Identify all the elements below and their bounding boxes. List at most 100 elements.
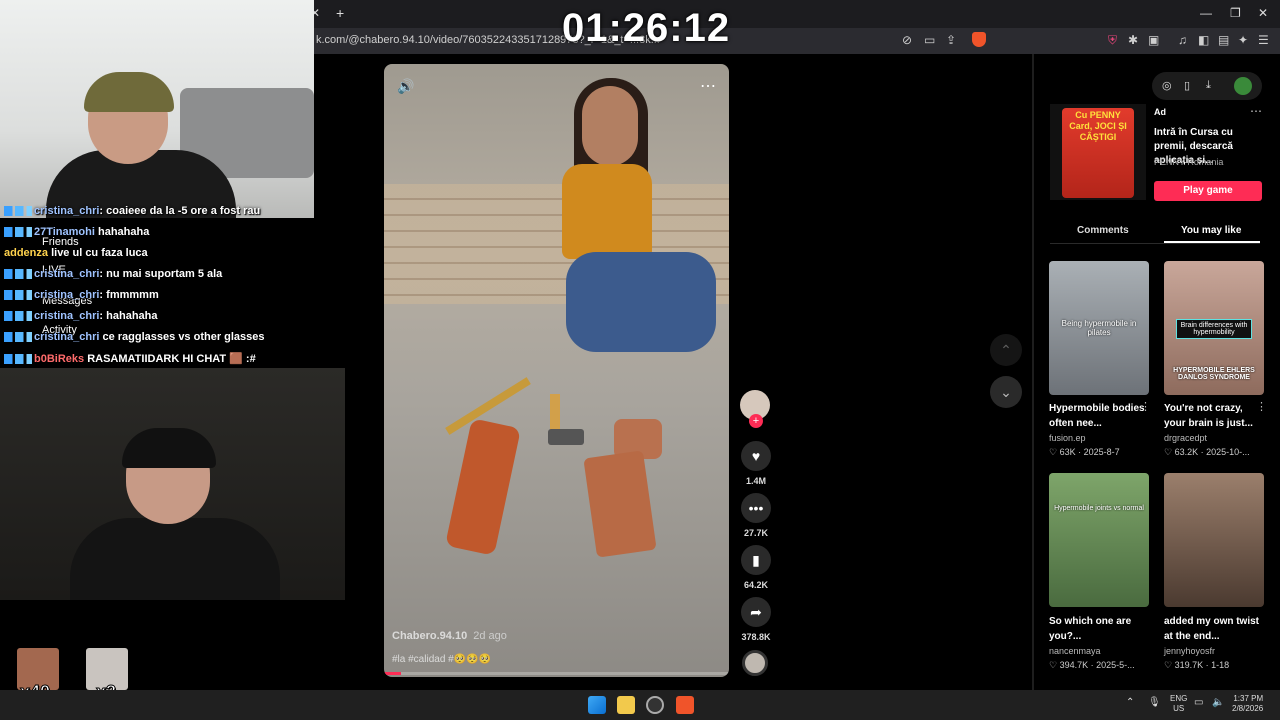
video-thumbnail[interactable]: Brain differences with hypermobility HYP… <box>1164 261 1264 395</box>
download-icon[interactable]: ⤓ <box>1206 79 1211 92</box>
heart-icon[interactable]: ♥ <box>741 441 771 471</box>
cast-icon[interactable]: ▭ <box>924 33 935 47</box>
streamer2-body <box>70 518 280 600</box>
chat-message: cristina_chri: fmmmmm <box>4 289 159 301</box>
obs-icon[interactable] <box>646 696 664 714</box>
card-stats: ♡ 63.2K · 2025-10-... <box>1164 447 1250 457</box>
new-tab-button[interactable]: + <box>336 5 344 21</box>
comment-count: 27.7K <box>743 528 769 538</box>
speaker-icon[interactable]: 🔈 <box>1212 697 1224 708</box>
card-stats: ♡ 319.7K · 1-18 <box>1164 660 1230 670</box>
thumbnail-text: Being hypermobile in pilates <box>1061 319 1137 337</box>
wallet-icon[interactable]: ▣ <box>1148 33 1159 47</box>
chevron-up-icon[interactable]: ⌃ <box>990 334 1022 366</box>
no-tracking-icon[interactable]: ⊘ <box>902 33 912 47</box>
menu-icon[interactable]: ☰ <box>1258 33 1269 47</box>
chat-badges-icon <box>4 311 32 322</box>
system-clock[interactable]: 1:37 PM 2/8/2026 <box>1232 694 1263 714</box>
clock-date: 2/8/2026 <box>1232 704 1264 713</box>
restore-icon[interactable]: ❐ <box>1230 6 1241 20</box>
video-person-head <box>582 86 638 166</box>
network-icon[interactable]: ▭ <box>1194 697 1203 708</box>
chat-message: cristina_chri: hahahaha <box>4 310 158 322</box>
share-count: 378.8K <box>741 632 771 642</box>
mic-icon[interactable]: 🎙 <box>1148 697 1161 708</box>
volume-icon[interactable]: 🔊 <box>397 78 414 95</box>
save-action[interactable]: ▮ 64.2K <box>740 545 772 590</box>
video-player[interactable]: 🔊 ⋯ Chabero.94.10 2d ago #la #calidad #🥺🥺… <box>384 64 729 677</box>
like-count: 1.4M <box>745 476 766 486</box>
language-indicator[interactable]: ENG US <box>1170 694 1187 714</box>
video-author[interactable]: Chabero.94.10 2d ago <box>392 630 507 642</box>
chat-message: addenza live ul cu faza luca <box>4 247 148 259</box>
leo-ai-icon[interactable]: ✦ <box>1238 33 1248 47</box>
compass-icon[interactable]: ◎ <box>1162 79 1172 92</box>
card-title[interactable]: Hypermobile bodies often nee... <box>1049 401 1149 431</box>
play-game-button[interactable]: Play game <box>1154 181 1262 201</box>
sidebar-icon[interactable]: ◧ <box>1198 33 1209 47</box>
tab-you-may-like[interactable]: You may like <box>1181 225 1241 236</box>
tray-chevron-icon[interactable]: ⌃ <box>1126 697 1134 708</box>
music-disc-icon[interactable] <box>742 650 768 676</box>
taskbar <box>0 690 1280 720</box>
card-more-icon[interactable]: ⋮ <box>1140 400 1151 413</box>
share-action[interactable]: ➦ 378.8K <box>740 597 772 642</box>
share-icon[interactable]: ⇪ <box>946 33 956 47</box>
card-username[interactable]: drgracedpt <box>1164 433 1207 443</box>
chat-badges-icon <box>4 269 32 280</box>
heart-outline-icon: ♡ <box>1049 447 1058 457</box>
windows-start-icon[interactable] <box>588 696 606 714</box>
extensions-icon[interactable]: ✱ <box>1128 33 1138 47</box>
card-username[interactable]: nancenmaya <box>1049 646 1101 656</box>
vpn-icon[interactable]: ⛨ <box>1108 33 1117 48</box>
webcam-bottom <box>0 368 345 600</box>
card-username[interactable]: fusion.ep <box>1049 433 1086 443</box>
tab-active-indicator <box>1164 241 1260 243</box>
heart-outline-icon: ♡ <box>1164 660 1173 670</box>
hammer-head <box>548 429 584 445</box>
media-icon[interactable]: ♫ <box>1178 33 1187 47</box>
video-person-legs <box>566 252 716 352</box>
comment-icon[interactable]: ••• <box>741 493 771 523</box>
card-username[interactable]: jennyhoyosfr <box>1164 646 1215 656</box>
chat-message: cristina_chri: nu mai suportam 5 ala <box>4 268 222 280</box>
follow-plus-icon[interactable]: + <box>749 414 763 428</box>
thumbnail-text: Brain differences with hypermobility <box>1176 319 1252 339</box>
brave-browser-icon[interactable] <box>676 696 694 714</box>
share-arrow-icon[interactable]: ➦ <box>741 597 771 627</box>
chevron-down-icon[interactable]: ⌄ <box>990 376 1022 408</box>
card-more-icon[interactable]: ⋮ <box>1256 400 1267 413</box>
video-thumbnail[interactable]: Being hypermobile in pilates <box>1049 261 1149 395</box>
comment-action[interactable]: ••• 27.7K <box>740 493 772 538</box>
stream-timer: 01:26:12 <box>562 6 731 50</box>
panel-divider <box>1032 54 1034 690</box>
video-thumbnail[interactable] <box>1164 473 1264 607</box>
chat-badges-icon <box>4 354 32 365</box>
wallet-alt-icon[interactable]: ▤ <box>1218 33 1229 47</box>
card-title[interactable]: So which one are you?... <box>1049 614 1149 644</box>
card-title[interactable]: You're not crazy, your brain is just... <box>1164 401 1264 431</box>
chat-badges-icon <box>4 332 32 343</box>
minimize-icon[interactable]: — <box>1200 6 1212 20</box>
video-thumbnail[interactable]: Hypermobile joints vs normal <box>1049 473 1149 607</box>
tab-comments[interactable]: Comments <box>1077 225 1129 236</box>
brave-shield-icon[interactable] <box>972 32 986 47</box>
broken-tile <box>583 450 657 558</box>
webcam-top <box>0 0 314 218</box>
bookmark-icon[interactable]: ▮ <box>741 545 771 575</box>
card-title[interactable]: added my own twist at the end... <box>1164 614 1264 644</box>
video-progress-fill <box>384 672 402 675</box>
video-progress-track[interactable] <box>384 672 729 675</box>
author-name[interactable]: Chabero.94.10 <box>392 630 467 642</box>
profile-avatar[interactable] <box>1234 77 1252 95</box>
save-count: 64.2K <box>743 580 769 590</box>
ad-more-icon[interactable]: ⋯ <box>1250 104 1262 118</box>
chat-message: cristina_chri: coaieee da la -5 ore a fo… <box>4 205 260 217</box>
window-close-icon[interactable]: ✕ <box>1258 6 1268 20</box>
mobile-icon[interactable]: ▯ <box>1184 79 1190 92</box>
like-action[interactable]: ♥ 1.4M <box>740 441 772 486</box>
chat-badges-icon <box>4 290 32 301</box>
more-options-icon[interactable]: ⋯ <box>700 76 716 96</box>
ad-brand: PENNY Romania <box>1154 157 1224 167</box>
file-explorer-icon[interactable] <box>617 696 635 714</box>
